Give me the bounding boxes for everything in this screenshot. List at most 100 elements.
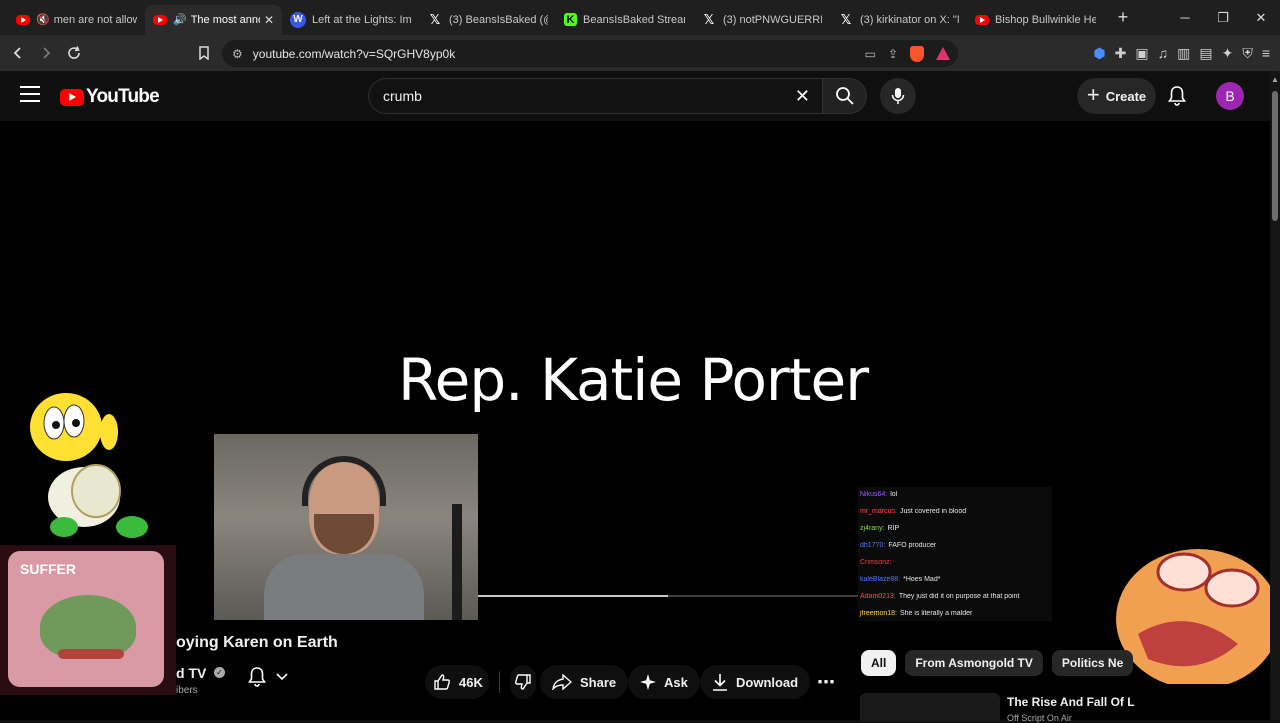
chat-text: They just did it on purpose at that poin… <box>898 593 1020 600</box>
more-actions-icon[interactable]: ⋯ <box>809 665 843 699</box>
kick-favicon-icon: K <box>564 13 577 26</box>
browser-tab-5[interactable]: K BeansIsBaked Stream <box>556 5 693 35</box>
mic-stand <box>452 504 462 620</box>
like-count: 46K <box>459 674 483 690</box>
bookmark-icon[interactable] <box>190 39 218 67</box>
leo-ai-icon[interactable]: ✦ <box>1222 45 1234 62</box>
tab-title: The most annoying <box>190 13 260 26</box>
chip-from-asmongold[interactable]: From Asmongold TV <box>905 650 1043 676</box>
minimize-icon[interactable]: ─ <box>1166 0 1204 35</box>
subscription-bell-button[interactable] <box>248 666 288 687</box>
new-tab-button[interactable]: + <box>1108 7 1138 28</box>
forward-icon[interactable] <box>32 39 60 67</box>
chat-username: dh1770: <box>860 542 886 549</box>
youtube-header: YouTube crumb ✕ + Create B <box>0 71 1280 121</box>
browser-tab-3[interactable]: W Left at the Lights: Ima <box>282 5 419 35</box>
headphones-icon <box>302 456 386 506</box>
video-progress-bar[interactable] <box>478 595 858 597</box>
extensions-area: ⬢ ✚ ▣ ♫ ▥ ▤ ✦ ⛨ ≡ <box>1093 35 1270 71</box>
chip-politics[interactable]: Politics Ne <box>1051 650 1134 676</box>
vpn-icon[interactable]: ⬢ <box>1093 45 1105 62</box>
pepe-label: SUFFER <box>20 561 76 577</box>
like-dislike-group: 46K <box>425 665 536 699</box>
share-button[interactable]: Share <box>540 665 629 699</box>
dislike-button[interactable] <box>509 665 536 699</box>
extensions-icon[interactable]: ✚ <box>1115 45 1127 62</box>
channel-name[interactable]: d TV <box>176 665 206 681</box>
url-text: youtube.com/watch?v=SQrGHV8yp0k <box>252 46 456 61</box>
brave-rewards-icon[interactable] <box>936 47 950 60</box>
account-avatar[interactable]: B <box>1216 82 1244 110</box>
share-label: Share <box>580 674 617 690</box>
wordpress-favicon-icon: W <box>290 11 306 28</box>
like-button[interactable]: 46K <box>425 665 489 699</box>
guide-menu-icon[interactable] <box>20 86 40 107</box>
url-field[interactable]: ⚙ youtube.com/watch?v=SQrGHV8yp0k ▭ ⇪ <box>222 40 958 67</box>
sparkle-icon <box>640 674 656 690</box>
related-filter-chips: All From Asmongold TV Politics Ne <box>861 650 1134 676</box>
brave-shields-icon[interactable] <box>910 45 924 62</box>
scrollbar-thumb[interactable] <box>1272 91 1278 221</box>
x-favicon-icon: 𝕏 <box>840 11 852 27</box>
site-settings-icon[interactable]: ⚙ <box>232 47 243 61</box>
search-button[interactable] <box>822 78 867 114</box>
tab-title: (3) kirkinator on X: "N <box>860 13 959 26</box>
back-icon[interactable] <box>4 39 32 67</box>
chat-username: Nikus64: <box>860 491 888 498</box>
ask-button[interactable]: Ask <box>628 665 700 699</box>
chat-message: zj4rany: RIP <box>858 525 1052 542</box>
close-window-icon[interactable]: ✕ <box>1242 0 1280 35</box>
search-input[interactable]: crumb ✕ <box>368 78 822 114</box>
recommended-channel[interactable]: Off Script On Air <box>1007 713 1072 723</box>
search-icon <box>835 87 854 105</box>
wallet-icon[interactable]: ▣ <box>1135 45 1148 62</box>
thumbs-up-icon <box>434 674 450 690</box>
chat-text: FAFO producer <box>888 542 937 549</box>
crypto-wallet-icon[interactable]: ▤ <box>1199 45 1212 62</box>
menu-icon[interactable]: ≡ <box>1262 45 1270 61</box>
video-overlay-text: Rep. Katie Porter <box>397 346 869 414</box>
thumbs-down-icon <box>514 674 531 690</box>
stream-chat-overlay: Nikus64: lol mr_marcus: Just covered in blo… <box>858 487 1052 621</box>
chat-username: Adam0213: <box>860 593 896 600</box>
cast-icon[interactable]: ▭ <box>865 47 876 61</box>
browser-tab-2-active[interactable]: 🔊 The most annoying ✕ <box>145 4 282 35</box>
muted-speaker-icon[interactable]: 🔇 <box>36 13 50 26</box>
chat-text: lol <box>890 491 898 498</box>
clear-search-icon[interactable]: ✕ <box>795 86 810 107</box>
scroll-up-icon[interactable]: ▲ <box>1271 75 1279 84</box>
chat-username: jfreemon18: <box>860 610 897 617</box>
chevron-down-icon <box>276 672 288 680</box>
download-button[interactable]: Download <box>700 665 811 699</box>
browser-tab-8[interactable]: Bishop Bullwinkle Hel <box>967 5 1104 35</box>
youtube-logo[interactable]: YouTube <box>60 86 160 108</box>
speaker-icon[interactable]: 🔊 <box>173 13 187 26</box>
restore-icon[interactable]: ❐ <box>1204 0 1242 35</box>
verified-badge-icon: ✓ <box>214 667 225 678</box>
x-favicon-icon: 𝕏 <box>703 11 715 27</box>
browser-tab-1[interactable]: 🔇 men are not allowed <box>8 5 145 35</box>
browser-tab-7[interactable]: 𝕏 (3) kirkinator on X: "N <box>830 5 967 35</box>
chat-username: zj4rany: <box>860 525 885 532</box>
browser-tab-4[interactable]: 𝕏 (3) BeansIsBaked (@B <box>419 5 556 35</box>
browser-tab-6[interactable]: 𝕏 (3) notPNWGUERRILL <box>693 5 830 35</box>
vpn-shield-icon[interactable]: ⛨ <box>1242 45 1253 62</box>
media-icon[interactable]: ♫ <box>1158 45 1169 61</box>
plus-icon: + <box>1086 82 1100 107</box>
download-icon <box>713 674 727 691</box>
notifications-bell-icon[interactable] <box>1168 85 1186 111</box>
reload-icon[interactable] <box>60 39 88 67</box>
recommended-video-title[interactable]: The Rise And Fall Of L <box>1007 695 1135 709</box>
close-tab-icon[interactable]: ✕ <box>264 13 274 27</box>
chip-all[interactable]: All <box>861 650 897 676</box>
page-scrollbar[interactable]: ▲ <box>1270 71 1280 720</box>
chat-text: Just covered in blood <box>899 508 967 515</box>
sidebar-icon[interactable]: ▥ <box>1177 45 1190 62</box>
recommended-thumbnail[interactable] <box>860 693 1000 721</box>
create-button[interactable]: + Create <box>1077 78 1156 114</box>
youtube-favicon-icon <box>16 14 30 25</box>
share-page-icon[interactable]: ⇪ <box>888 47 898 61</box>
voice-search-button[interactable] <box>880 78 916 114</box>
search-query: crumb <box>383 88 422 104</box>
share-icon <box>552 674 572 690</box>
